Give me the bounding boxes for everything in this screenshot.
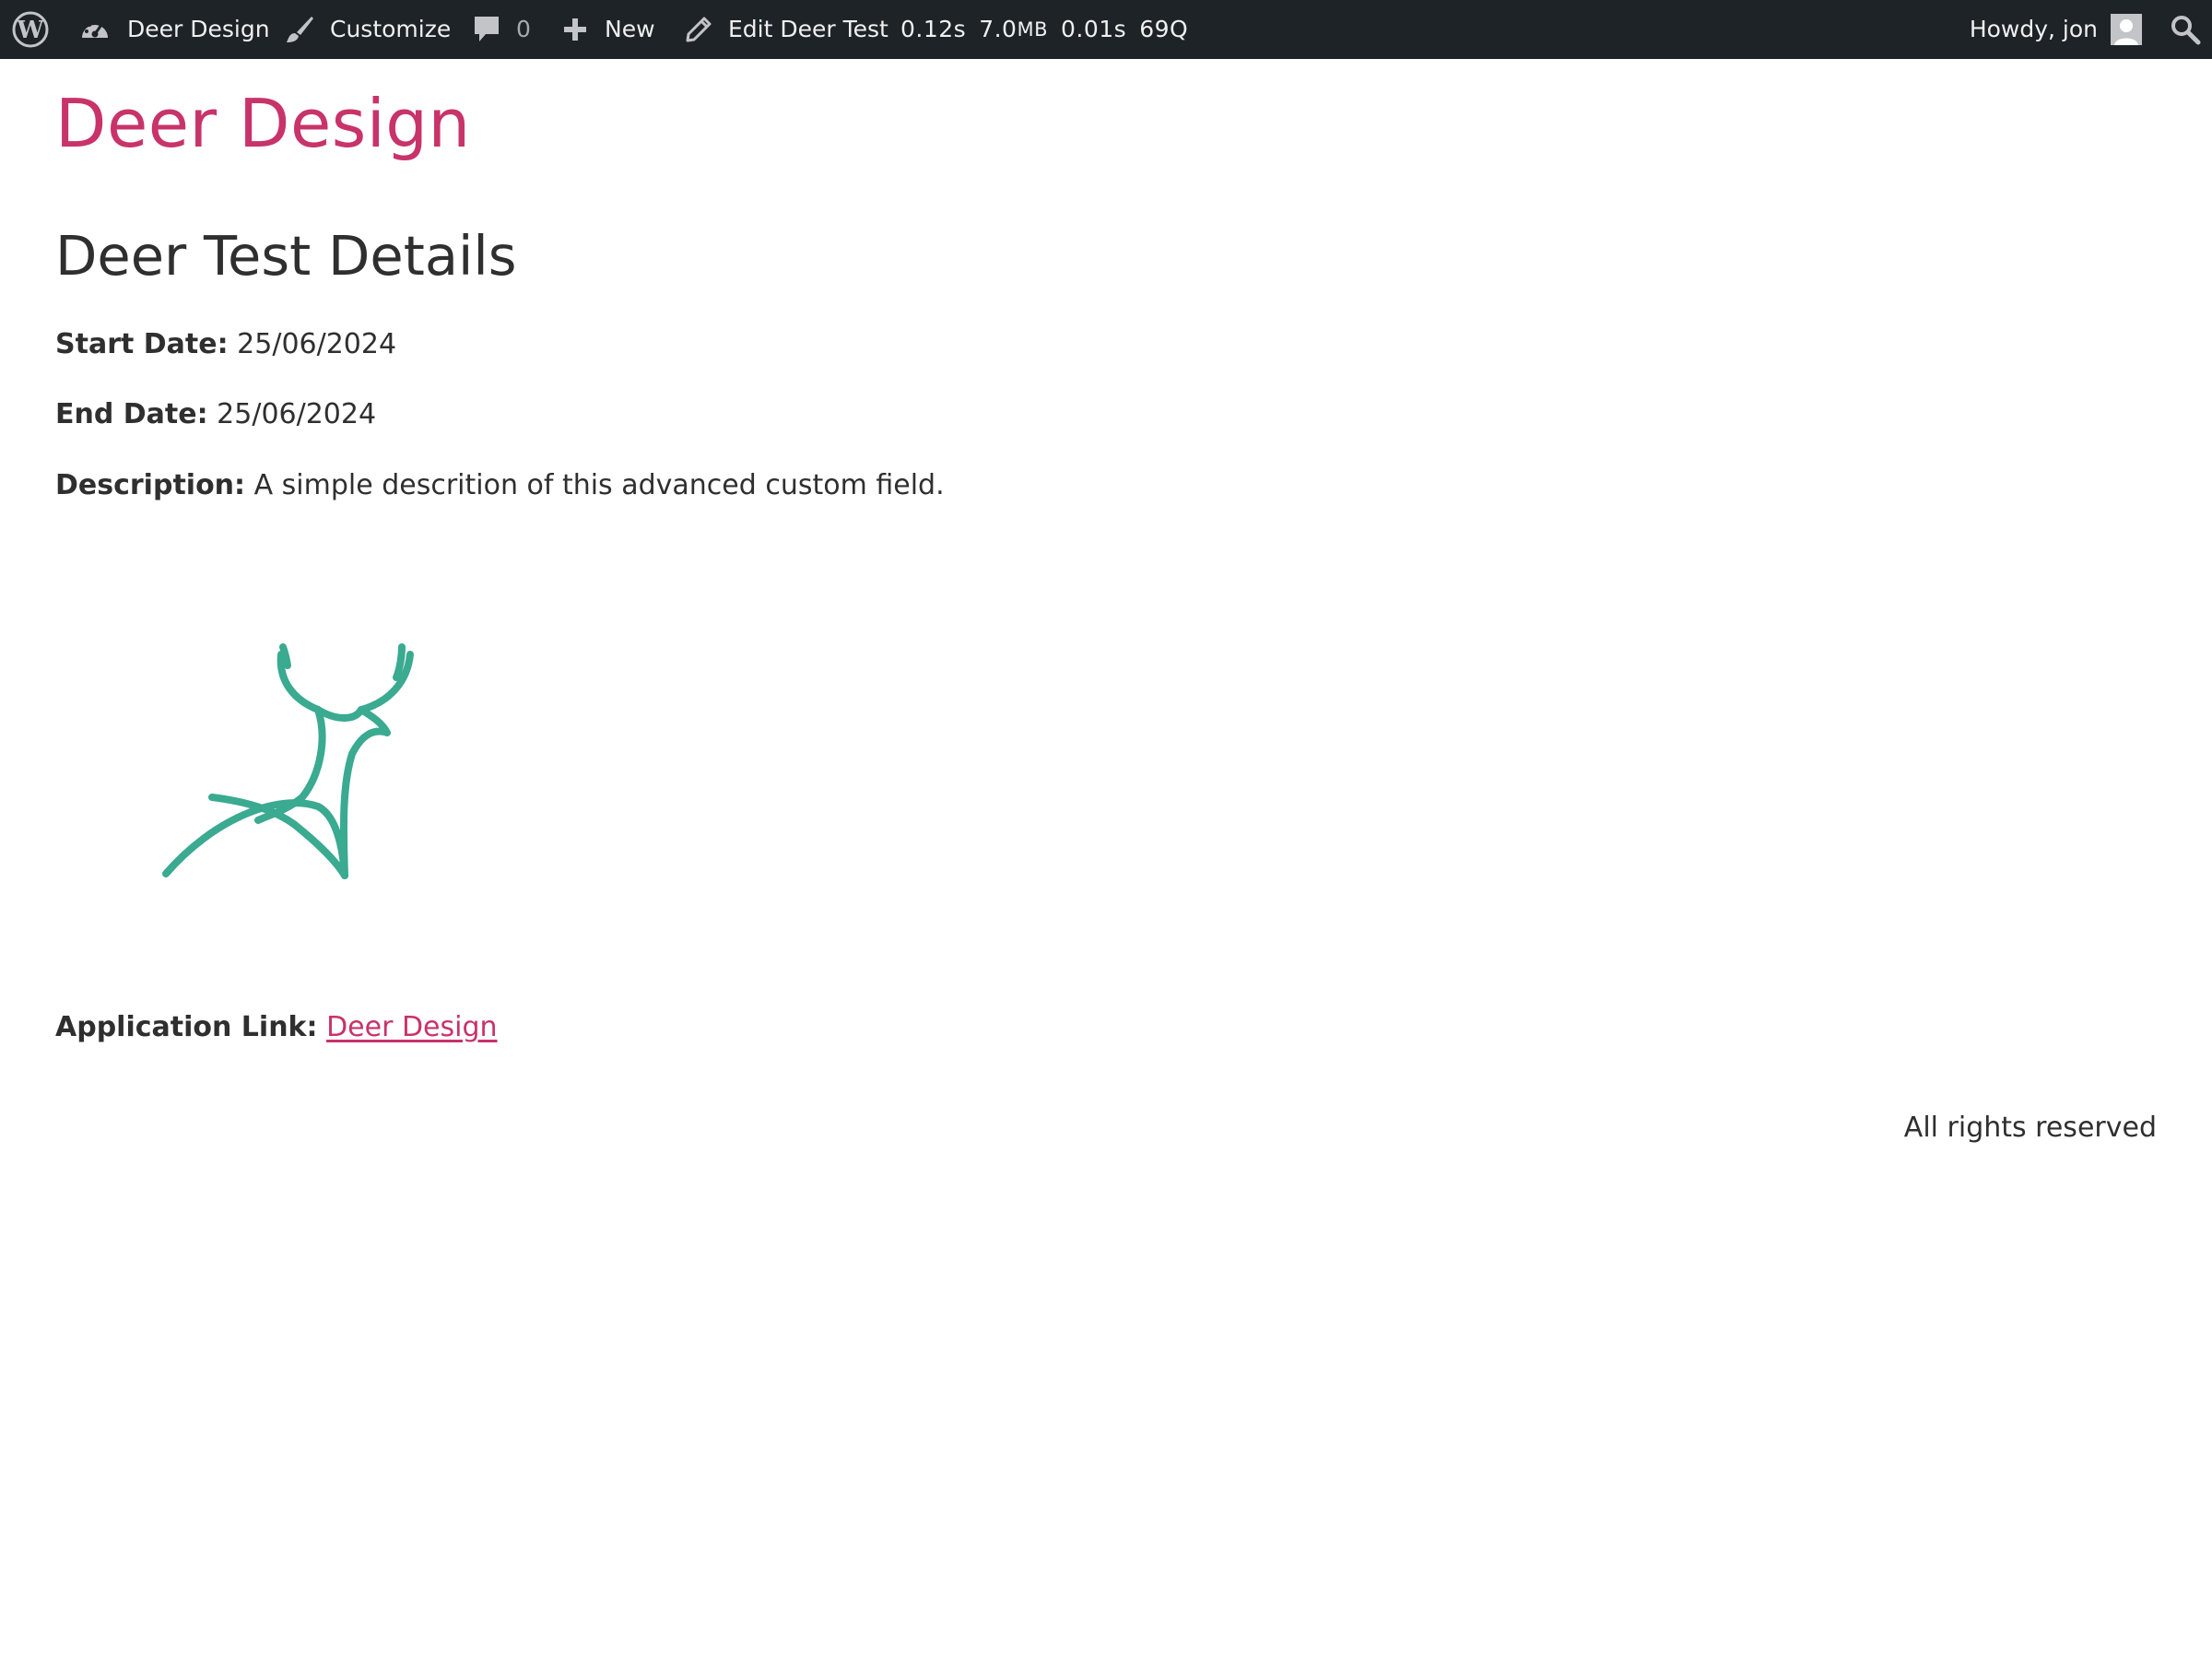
edit-post-button[interactable]: Edit Deer Test xyxy=(684,0,888,59)
memory-usage: 7.0 xyxy=(979,16,1018,42)
footer-text: All rights reserved xyxy=(1903,1112,2157,1144)
start-date-label: Start Date: xyxy=(55,328,229,360)
site-name-menu[interactable]: Deer Design xyxy=(79,0,270,59)
search-icon xyxy=(2171,16,2201,45)
paintbrush-icon xyxy=(287,17,313,42)
description-label: Description: xyxy=(55,469,246,501)
description-field: Description: A simple descrition of this… xyxy=(55,472,945,500)
query-count: 69Q xyxy=(1139,16,1189,42)
avatar xyxy=(2111,14,2142,45)
description-value: A simple descrition of this advanced cus… xyxy=(253,469,945,501)
query-time: 0.01s xyxy=(1061,16,1127,42)
page-heading: Deer Test Details xyxy=(55,224,517,288)
pencil-icon xyxy=(686,17,712,42)
start-date-value: 25/06/2024 xyxy=(237,328,397,360)
page-time: 0.12s xyxy=(900,16,967,42)
end-date-label: End Date: xyxy=(55,398,208,430)
search-button[interactable] xyxy=(2170,0,2201,59)
my-account-menu[interactable]: Howdy, jon xyxy=(1970,0,2142,59)
application-link[interactable]: Deer Design xyxy=(326,1011,497,1043)
deer-logo-icon xyxy=(162,643,414,879)
dashboard-icon xyxy=(82,20,108,38)
new-content-button[interactable]: New xyxy=(562,0,655,59)
comments-count: 0 xyxy=(516,16,531,42)
application-link-label: Application Link: xyxy=(55,1011,318,1043)
edit-label: Edit Deer Test xyxy=(728,16,888,42)
deer-logo-image xyxy=(147,636,424,885)
wordpress-logo-button[interactable]: W xyxy=(11,0,50,59)
start-date-field: Start Date: 25/06/2024 xyxy=(55,331,396,359)
user-avatar-icon xyxy=(2111,14,2142,45)
comments-button[interactable]: 0 xyxy=(472,0,531,59)
admin-bar: W Deer Design Customize 0 New Edit Deer … xyxy=(0,0,2212,59)
wordpress-icon: W xyxy=(12,11,49,48)
site-name-label: Deer Design xyxy=(127,16,270,42)
customize-button[interactable]: Customize xyxy=(284,0,451,59)
memory-unit: MB xyxy=(1017,18,1048,41)
svg-text:W: W xyxy=(16,17,44,44)
end-date-value: 25/06/2024 xyxy=(217,398,377,430)
new-label: New xyxy=(605,16,655,42)
query-monitor-stats[interactable]: 0.12s 7.0 MB 0.01s 69Q xyxy=(900,0,1188,59)
site-title[interactable]: Deer Design xyxy=(55,90,471,157)
end-date-field: End Date: 25/06/2024 xyxy=(55,401,376,429)
greeting-label: Howdy, jon xyxy=(1969,16,2098,42)
customize-label: Customize xyxy=(330,16,452,42)
comment-bubble-icon xyxy=(475,17,499,41)
application-link-field: Application Link: Deer Design xyxy=(55,1014,498,1041)
plus-icon xyxy=(564,18,586,41)
